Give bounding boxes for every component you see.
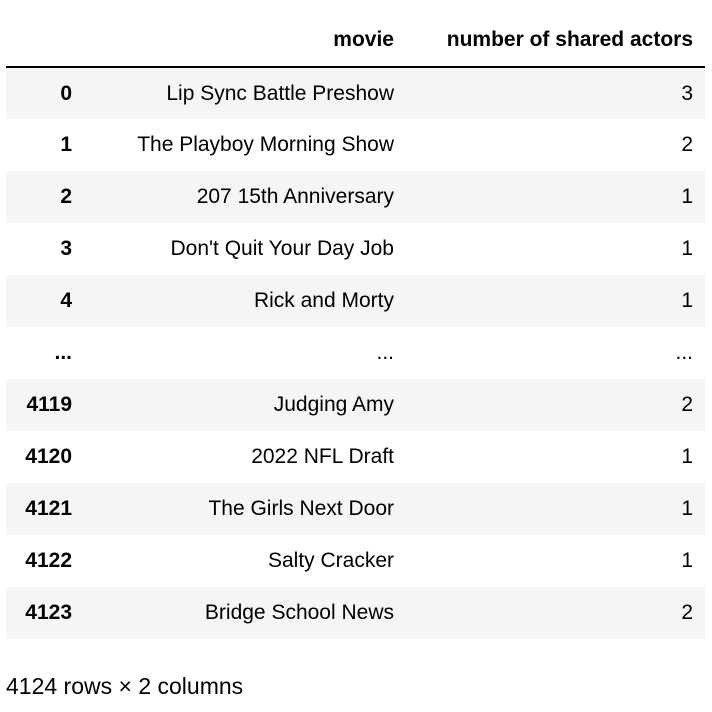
header-index (6, 14, 84, 68)
row-index: ... (54, 341, 72, 364)
shared-actors-cell: 2 (681, 601, 693, 624)
table-row: 4123 Bridge School News 2 (6, 587, 705, 639)
table-row: 0 Lip Sync Battle Preshow 3 (6, 67, 705, 119)
header-shared-actors: number of shared actors (406, 14, 705, 68)
table-header: movie number of shared actors (6, 14, 705, 68)
row-index: 4123 (25, 601, 72, 624)
row-index: 3 (60, 237, 72, 260)
shared-actors-cell: 1 (681, 289, 693, 312)
shared-actors-cell: 1 (681, 549, 693, 572)
table-row: 4119 Judging Amy 2 (6, 379, 705, 431)
movie-cell: ... (376, 341, 394, 364)
row-index: 0 (60, 81, 72, 105)
dataframe-output: movie number of shared actors 0 Lip Sync… (6, 14, 705, 639)
row-index: 4120 (25, 445, 72, 468)
table-row: 4121 The Girls Next Door 1 (6, 483, 705, 535)
dataframe-table: movie number of shared actors 0 Lip Sync… (6, 14, 705, 639)
shared-actors-cell: 1 (681, 237, 693, 260)
shared-actors-cell: 1 (681, 497, 693, 520)
row-index: 1 (60, 133, 72, 156)
table-row: 4120 2022 NFL Draft 1 (6, 431, 705, 483)
row-index: 4122 (25, 549, 72, 572)
shared-actors-cell: 2 (681, 133, 693, 156)
row-index: 2 (60, 185, 72, 208)
table-row: 4122 Salty Cracker 1 (6, 535, 705, 587)
row-index: 4119 (26, 393, 72, 416)
ellipsis-row: ... ... ... (6, 327, 705, 379)
shared-actors-cell: 1 (681, 185, 693, 208)
movie-cell: 207 15th Anniversary (196, 185, 394, 208)
shared-actors-cell: 1 (681, 445, 693, 468)
movie-cell: 2022 NFL Draft (251, 445, 394, 468)
movie-cell: Lip Sync Battle Preshow (166, 81, 394, 105)
row-index: 4 (60, 289, 72, 312)
movie-cell: Salty Cracker (267, 549, 394, 572)
table-shape-caption: 4124 rows × 2 columns (6, 673, 244, 699)
movie-cell: Bridge School News (204, 601, 394, 624)
header-row: movie number of shared actors (6, 14, 705, 68)
shared-actors-cell: 2 (681, 393, 693, 416)
movie-cell: Judging Amy (273, 393, 394, 416)
row-index: 4121 (25, 497, 72, 520)
table-body: 0 Lip Sync Battle Preshow 3 1 The Playbo… (6, 67, 705, 639)
movie-cell: Rick and Morty (253, 289, 394, 312)
table-row: 3 Don't Quit Your Day Job 1 (6, 223, 705, 275)
movie-cell: The Playboy Morning Show (137, 133, 394, 156)
header-movie: movie (84, 14, 406, 68)
table-row: 2 207 15th Anniversary 1 (6, 171, 705, 223)
shared-actors-cell: 3 (681, 81, 693, 105)
movie-cell: The Girls Next Door (208, 497, 394, 520)
table-row: 4 Rick and Morty 1 (6, 275, 705, 327)
table-row: 1 The Playboy Morning Show 2 (6, 119, 705, 171)
movie-cell: Don't Quit Your Day Job (170, 237, 394, 260)
shared-actors-cell: ... (675, 341, 693, 364)
